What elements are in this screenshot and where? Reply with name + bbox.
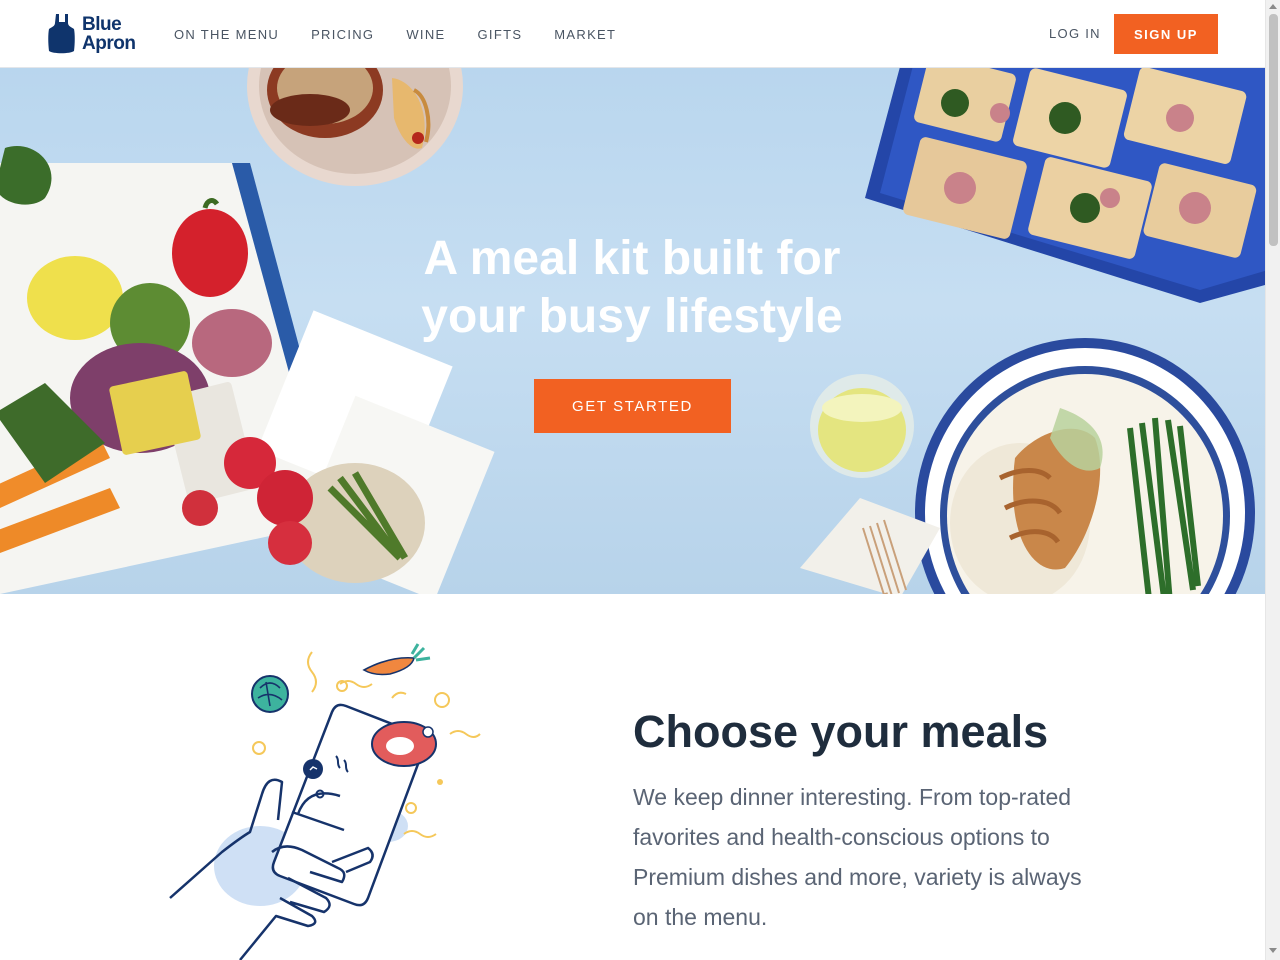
steak-icon [371,721,437,767]
blue-apron-logo[interactable]: Blue Apron [47,12,143,56]
section-description: We keep dinner interesting. From top-rat… [633,784,1082,930]
get-started-button[interactable]: GET STARTED [534,379,731,433]
page-scrollbar[interactable] [1265,0,1280,960]
scroll-up-arrow-icon[interactable] [1269,4,1277,9]
burger-plate-icon [247,68,463,186]
site-header: Blue Apron ON THE MENU PRICING WINE GIFT… [0,0,1265,68]
hero-title: A meal kit built for your busy lifestyle [382,230,882,346]
nav-on-the-menu[interactable]: ON THE MENU [174,27,279,42]
wine-glass-icon [810,374,914,478]
nav-market[interactable]: MARKET [554,27,616,42]
nav-gifts[interactable]: GIFTS [478,27,523,42]
apron-logo-icon [48,14,75,54]
signup-button[interactable]: SIGN UP [1114,14,1218,54]
logo-wordmark: Blue Apron [82,14,136,54]
hand-phone-icon [169,643,481,960]
main-nav: ON THE MENU PRICING WINE GIFTS MARKET [174,0,648,68]
vegetable-box-icon [0,146,495,594]
scroll-down-arrow-icon[interactable] [1269,948,1277,953]
logo-word-apron: Apron [82,33,136,54]
hero-banner: A meal kit built for your busy lifestyle… [0,68,1265,594]
nav-wine[interactable]: WINE [406,27,445,42]
nav-pricing[interactable]: PRICING [311,27,374,42]
pizza-tray-icon [865,68,1265,303]
lettuce-icon [251,675,289,713]
hero-title-line1: A meal kit built for [423,232,841,285]
chicken-rice-plate-icon [915,338,1255,594]
hand-phone-illustration [160,636,500,960]
carrot-icon [362,643,431,676]
login-link[interactable]: LOG IN [1049,26,1101,41]
logo-word-blue: Blue [82,14,122,35]
hero-title-line2: your busy lifestyle [421,290,843,343]
scrollbar-thumb[interactable] [1269,14,1278,246]
section-title: Choose your meals [633,706,1049,757]
